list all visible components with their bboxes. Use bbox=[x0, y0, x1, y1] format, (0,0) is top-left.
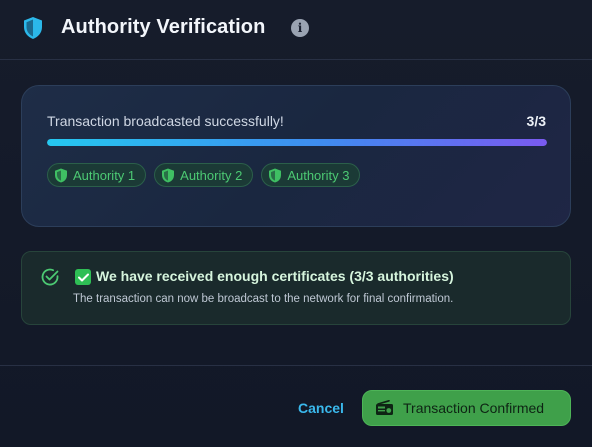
radio-icon bbox=[376, 400, 393, 415]
authority-chips: Authority 1 Authority 2 Authority 3 bbox=[47, 163, 361, 187]
authority-chip: Authority 1 bbox=[47, 163, 147, 187]
broadcast-progress-card: Transaction broadcasted successfully! 3/… bbox=[21, 85, 571, 227]
check-circle-icon bbox=[41, 268, 59, 286]
authority-chip-label: Authority 1 bbox=[73, 167, 136, 183]
checkbox-check-icon bbox=[75, 269, 91, 285]
dialog-header: Authority Verification i bbox=[0, 0, 592, 60]
progress-count: 3/3 bbox=[526, 113, 546, 129]
transaction-confirmed-button[interactable]: Transaction Confirmed bbox=[362, 390, 571, 426]
notice-detail: The transaction can now be broadcast to … bbox=[73, 293, 454, 305]
authority-chip: Authority 3 bbox=[261, 163, 361, 187]
certificate-notice: We have received enough certificates (3/… bbox=[21, 251, 571, 325]
footer-divider bbox=[0, 365, 592, 366]
confirm-button-label: Transaction Confirmed bbox=[403, 400, 545, 416]
progress-bar bbox=[47, 139, 547, 146]
authority-chip-label: Authority 3 bbox=[287, 167, 350, 183]
progress-bar-fill bbox=[47, 139, 547, 146]
info-glyph: i bbox=[297, 21, 303, 35]
shield-check-icon bbox=[55, 168, 67, 182]
authority-verification-dialog: Authority Verification i Transaction bro… bbox=[0, 0, 592, 447]
shield-check-icon bbox=[162, 168, 175, 182]
authority-chip-label: Authority 2 bbox=[180, 167, 243, 183]
info-icon[interactable]: i bbox=[291, 19, 309, 37]
shield-icon bbox=[24, 17, 42, 39]
progress-status-text: Transaction broadcasted successfully! bbox=[47, 113, 284, 129]
notice-headline: We have received enough certificates (3/… bbox=[96, 268, 454, 284]
cancel-button[interactable]: Cancel bbox=[298, 400, 344, 416]
shield-check-icon bbox=[269, 168, 282, 182]
authority-chip: Authority 2 bbox=[154, 163, 254, 187]
dialog-title: Authority Verification bbox=[61, 16, 266, 38]
